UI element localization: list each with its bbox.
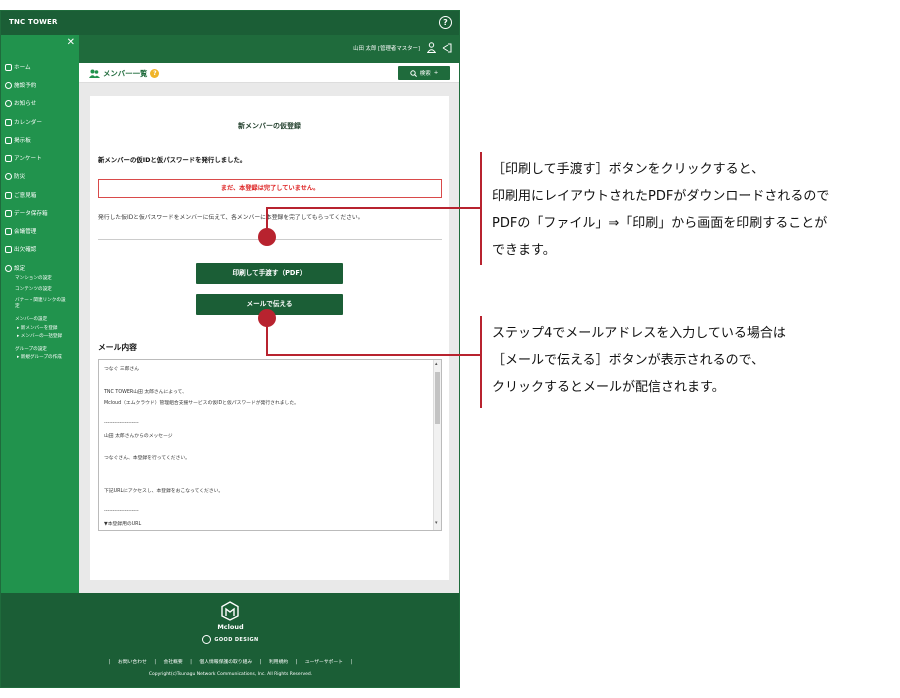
page-title-group: メンバー一覧 ? (89, 68, 160, 79)
scrollbar-thumb[interactable] (435, 372, 440, 424)
footer-link-contact[interactable]: お問い合わせ (118, 660, 147, 665)
callout-text-print-2: 印刷用にレイアウトされたPDFがダウンロードされるので (492, 189, 830, 204)
sidebar: ✕ ホーム 施設予約 お知らせ カレンダー 掲示板 アンケート 防災 ご意見箱 … (1, 35, 79, 593)
callout-text-print-3: PDFの「ファイル」⇒「印刷」から画面を印刷することが (492, 216, 828, 231)
sidebar-item-calendar[interactable]: カレンダー (5, 118, 42, 126)
folder-icon (5, 209, 12, 217)
mail-content-heading: メール内容 (98, 343, 137, 352)
gear-icon (5, 264, 12, 272)
settings-new-member[interactable]: ▸ 新メンバーを登録 (17, 326, 58, 332)
settings-banner[interactable]: バナー・関連リンクの設 (15, 298, 66, 304)
home-icon (5, 63, 12, 71)
sidebar-item-news[interactable]: お知らせ (5, 99, 36, 107)
search-icon (409, 69, 417, 77)
user-icon[interactable] (427, 42, 436, 53)
tutorial-figure: TNC TOWER ? ✕ ホーム 施設予約 お知らせ カレンダー 掲示板 アン… (0, 0, 900, 698)
top-bar: TNC TOWER ? (1, 11, 459, 35)
calendar-icon (5, 118, 12, 126)
warning-box: まだ、本登録は完了していません。 (98, 179, 442, 198)
sidebar-item-board[interactable]: 掲示板 (5, 136, 31, 144)
page-header: メンバー一覧 ? 検索 + (79, 63, 459, 83)
user-name: 山田 太郎 [管理者マスター] (353, 46, 420, 52)
settings-banner-cont[interactable]: 定 (15, 304, 20, 310)
page-title: メンバー一覧 (103, 69, 148, 78)
user-bar: 山田 太郎 [管理者マスター] (79, 35, 459, 63)
sidebar-item-home[interactable]: ホーム (5, 63, 31, 71)
callout-text-print-1: ［印刷して手渡す］ボタンをクリックすると、 (492, 162, 765, 177)
footer-link-privacy[interactable]: 個人情報保護の取り組み (199, 660, 252, 665)
sidebar-item-facility[interactable]: 施設予約 (5, 81, 36, 89)
good-design-icon (202, 635, 212, 644)
logout-icon[interactable] (442, 43, 452, 53)
sidebar-item-meeting[interactable]: 会議管理 (5, 227, 36, 235)
pen-icon (5, 191, 12, 199)
callout-text-print-4: できます。 (492, 243, 556, 258)
copyright-text: Copyright(c)Tsunagu Network Communicatio… (148, 672, 313, 677)
footer-link-company[interactable]: 会社概要 (164, 660, 183, 665)
app-window: TNC TOWER ? ✕ ホーム 施設予約 お知らせ カレンダー 掲示板 アン… (0, 10, 460, 688)
help-badge-icon[interactable]: ? (150, 69, 160, 78)
sidebar-item-attendance[interactable]: 出欠確認 (5, 245, 36, 253)
help-icon[interactable]: ? (439, 16, 452, 29)
attendance-icon (5, 245, 12, 253)
settings-mansion[interactable]: マンションの設定 (15, 276, 52, 282)
mail-line: つなぐ 三郎さん (104, 367, 140, 372)
registration-title: 新メンバーの仮登録 (238, 122, 301, 130)
mcloud-logo-icon (221, 601, 239, 621)
settings-new-group[interactable]: ▸ 新規グループの作成 (17, 355, 62, 361)
sidebar-item-survey[interactable]: アンケート (5, 154, 42, 162)
issued-message: 新メンバーの仮IDと仮パスワードを発行しました。 (98, 156, 247, 164)
mail-line: 下記URLにアクセスし、本登録をおこなってください。 (104, 489, 224, 494)
mail-line: -------------------- (104, 421, 139, 426)
callout-line-print-horizontal (266, 207, 482, 209)
callout-text-mail-2: ［メールで伝える］ボタンが表示されるので、 (492, 353, 765, 368)
callout-line-mail-horizontal (266, 354, 482, 356)
footer-link-terms[interactable]: 利用規約 (269, 660, 288, 665)
callout-line-mail-vertical (266, 318, 268, 355)
footer: Mcloud GOOD DESIGN | お問い合わせ | 会社概要 | 個人情… (1, 593, 459, 687)
meeting-icon (5, 227, 12, 235)
footer-link-support[interactable]: ユーザーサポート (305, 660, 343, 665)
scroll-up-icon[interactable]: ▴ (435, 362, 438, 367)
content-panel: 新メンバーの仮登録 新メンバーの仮IDと仮パスワードを発行しました。 まだ、本登… (90, 96, 449, 580)
callout-bar-mail (480, 316, 482, 408)
callout-text-mail-1: ステップ4でメールアドレスを入力している場合は (492, 326, 786, 341)
sidebar-item-data[interactable]: データ保存箱 (5, 209, 48, 217)
clock-icon (5, 81, 12, 89)
callout-line-print-vertical (266, 207, 268, 232)
footer-links: | お問い合わせ | 会社概要 | 個人情報保護の取り組み | 利用規約 | ユ… (108, 660, 353, 665)
settings-contents[interactable]: コンテンツの設定 (15, 287, 52, 293)
mcloud-logo-text: Mcloud (217, 623, 244, 631)
settings-member[interactable]: メンバーの設定 (15, 317, 47, 323)
board-icon (5, 136, 12, 144)
good-design-mark: GOOD DESIGN (1, 635, 459, 644)
print-pdf-button[interactable]: 印刷して手渡す（PDF） (196, 263, 343, 284)
callout-text-mail-3: クリックするとメールが配信されます。 (492, 380, 725, 395)
sidebar-item-settings[interactable]: 設定 (5, 264, 25, 272)
settings-bulk-member[interactable]: ▸ メンバーの一括登録 (17, 334, 62, 340)
info-icon (5, 99, 12, 107)
mail-line: ▼本登録用のURL (104, 522, 142, 527)
mail-line: つなぐさん、本登録を行ってください。 (104, 456, 190, 461)
mail-line: 山田 太郎さんからのメッセージ (104, 434, 173, 439)
mail-scrollbar[interactable]: ▴ ▾ (433, 360, 441, 530)
mail-line: TNC TOWER山田 太郎さんによって、 (104, 390, 187, 395)
callout-bar-print (480, 152, 482, 265)
mail-line: -------------------- (104, 509, 139, 514)
description-text: 発行した仮IDと仮パスワードをメンバーに伝えて、各メンバーに本登録を完了してもら… (98, 215, 364, 221)
brand-name: TNC TOWER (9, 18, 58, 26)
pencil-icon (5, 154, 12, 162)
mail-content-textarea[interactable]: つなぐ 三郎さん TNC TOWER山田 太郎さんによって、 Mcloud（エム… (98, 359, 442, 531)
sidebar-item-disaster[interactable]: 防災 (5, 172, 25, 180)
members-icon (89, 69, 100, 78)
scroll-down-icon[interactable]: ▾ (435, 521, 438, 526)
close-icon[interactable]: ✕ (67, 37, 75, 49)
shield-icon (5, 172, 12, 180)
settings-group[interactable]: グループの設定 (15, 347, 47, 353)
search-button[interactable]: 検索 + (398, 66, 450, 80)
mail-line: Mcloud（エムクラウド）管理組合支援サービスの仮IDと仮パスワードが発行され… (104, 401, 299, 406)
sidebar-item-opinion[interactable]: ご意見箱 (5, 191, 36, 199)
